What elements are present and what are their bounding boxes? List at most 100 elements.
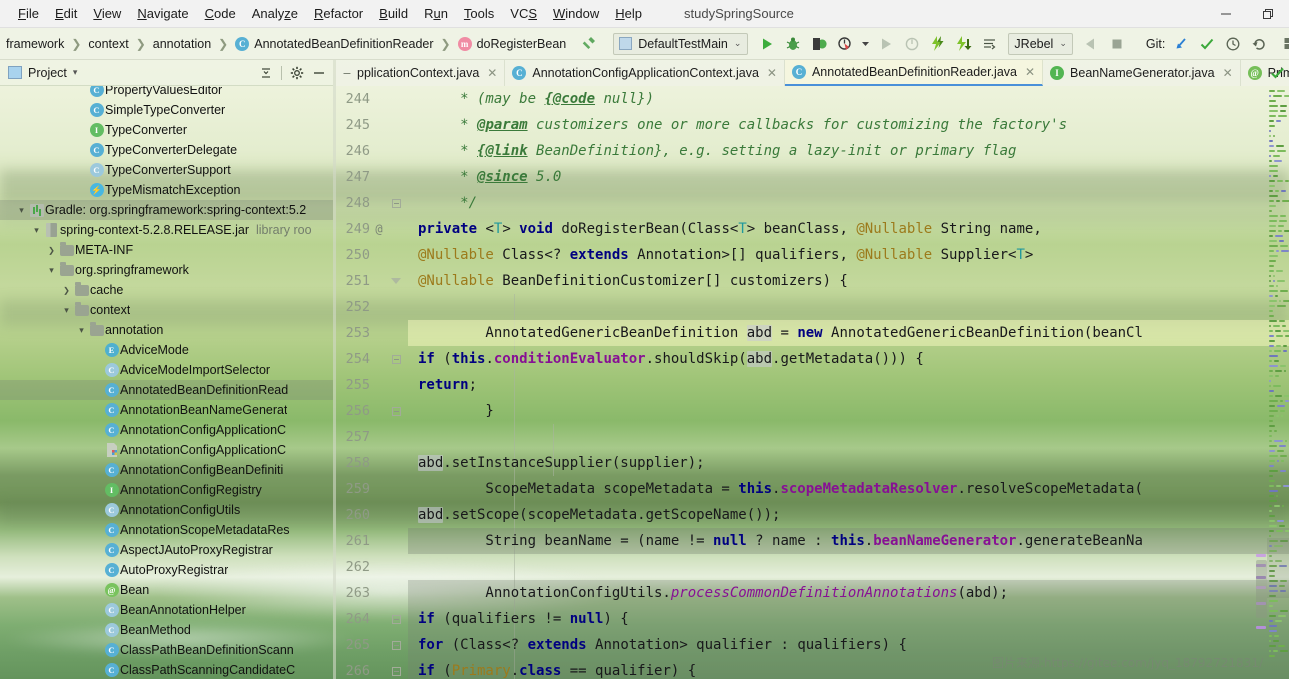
chevron-down-icon[interactable]: ▾ <box>60 305 73 316</box>
close-icon[interactable]: ✕ <box>1025 65 1035 79</box>
tree-item[interactable]: C AutoProxyRegistrar <box>0 560 333 580</box>
gutter-line[interactable]: 260 <box>336 502 408 528</box>
menu-item-build[interactable]: Build <box>371 2 416 26</box>
fold-toggle-icon[interactable] <box>390 275 402 287</box>
tree-item[interactable]: C TypeConverterDelegate <box>0 140 333 160</box>
gutter-line[interactable]: 256 <box>336 398 408 424</box>
gutter-line[interactable]: 251 <box>336 268 408 294</box>
jrebel-debug-button[interactable] <box>951 31 976 56</box>
gutter-line[interactable]: 245 <box>336 112 408 138</box>
jrebel-more-button[interactable] <box>977 31 1002 56</box>
commit-button[interactable] <box>1194 31 1219 56</box>
chevron-down-icon[interactable]: ▾ <box>15 205 28 216</box>
tree-item[interactable]: C BeanAnnotationHelper <box>0 600 333 620</box>
close-icon[interactable]: ✕ <box>487 66 497 80</box>
breadcrumb-item-doregisterbean[interactable]: m doRegisterBean <box>452 28 573 59</box>
code-line[interactable]: AnnotatedGenericBeanDefinition abd = new… <box>408 320 1289 346</box>
tree-item[interactable]: C AnnotatedBeanDefinitionRead <box>0 380 333 400</box>
code-line[interactable]: */ <box>408 190 1289 216</box>
tree-item[interactable]: ▾ annotation <box>0 320 333 340</box>
chevron-down-icon[interactable]: ▾ <box>30 225 43 236</box>
tree-item[interactable]: C AdviceModeImportSelector <box>0 360 333 380</box>
tree-item[interactable]: ❯ META-INF <box>0 240 333 260</box>
run-button[interactable] <box>754 31 779 56</box>
code-line[interactable]: AnnotationConfigUtils. processCommonDefin… <box>408 580 1289 606</box>
code-line[interactable] <box>408 294 1289 320</box>
jrebel-selector[interactable]: JRebel ⌄ <box>1008 32 1073 55</box>
tree-item[interactable]: C AnnotationConfigUtils <box>0 500 333 520</box>
menu-item-edit[interactable]: Edit <box>47 2 85 26</box>
menu-item-analyze[interactable]: Analyze <box>244 2 306 26</box>
run-configuration-selector[interactable]: DefaultTestMain ⌄ <box>613 32 749 55</box>
menu-item-navigate[interactable]: Navigate <box>129 2 196 26</box>
tree-item[interactable]: I TypeConverter <box>0 120 333 140</box>
breadcrumb-item-annotatedbeandefinitionreader[interactable]: C AnnotatedBeanDefinitionReader <box>229 28 439 59</box>
editor-gutter[interactable]: 244 245 246 247 248 249 @250 251 252 253 254 255 256… <box>336 86 408 679</box>
tree-item[interactable]: C BeanMethod <box>0 620 333 640</box>
code-line[interactable]: abd .setScope(scopeMetadata.getScopeName(… <box>408 502 1289 528</box>
minimap-viewport[interactable] <box>1267 538 1289 598</box>
gutter-line[interactable]: 250 <box>336 242 408 268</box>
editor-tab-annotatedbeandefinitionreader-java[interactable]: C AnnotatedBeanDefinitionReader.java ✕ <box>784 60 1044 86</box>
history-button[interactable] <box>1220 31 1245 56</box>
code-line[interactable] <box>408 554 1289 580</box>
tree-item[interactable]: ▾ Gradle: org.springframework:spring-cont… <box>0 200 333 220</box>
fold-toggle-icon[interactable] <box>390 353 402 365</box>
gutter-line[interactable]: 265 <box>336 632 408 658</box>
tree-item[interactable]: ▾ org.springframework <box>0 260 333 280</box>
close-icon[interactable]: ✕ <box>1223 66 1233 80</box>
gutter-line[interactable]: 264 <box>336 606 408 632</box>
collapse-all-icon[interactable] <box>256 63 276 83</box>
code-line[interactable]: * @param customizers one or more callbac… <box>408 112 1289 138</box>
code-editor[interactable]: 244 245 246 247 248 249 @250 251 252 253 254 255 256… <box>336 86 1289 679</box>
scrollbar-thumb[interactable] <box>1256 560 1267 618</box>
gutter-line[interactable]: 252 <box>336 294 408 320</box>
profile-dropdown-caret[interactable] <box>858 31 872 56</box>
tree-item[interactable]: ▾ context <box>0 300 333 320</box>
fold-toggle-icon[interactable] <box>390 197 402 209</box>
tree-item[interactable]: AnnotationConfigApplicationC <box>0 440 333 460</box>
error-stripe-mark[interactable] <box>1256 626 1266 629</box>
tree-item[interactable]: C PropertyValuesEditor <box>0 86 333 100</box>
menu-item-run[interactable]: Run <box>416 2 456 26</box>
gutter-line[interactable]: 255 <box>336 372 408 398</box>
gutter-line[interactable]: 263 <box>336 580 408 606</box>
code-line[interactable]: @Nullable BeanDefinitionCustomizer[] cus… <box>408 268 1289 294</box>
debug-button[interactable] <box>780 31 805 56</box>
menu-item-help[interactable]: Help <box>607 2 650 26</box>
chevron-down-icon[interactable]: ▾ <box>45 265 58 276</box>
code-line[interactable]: abd .setInstanceSupplier(supplier); <box>408 450 1289 476</box>
gear-icon[interactable] <box>287 63 307 83</box>
gutter-line[interactable]: 244 <box>336 86 408 112</box>
tree-item[interactable]: C ClassPathBeanDefinitionScann <box>0 640 333 660</box>
rollback-button[interactable] <box>1246 31 1271 56</box>
minimize-button[interactable] <box>1205 0 1247 27</box>
editor-tab-beannamegenerator-java[interactable]: I BeanNameGenerator.java ✕ <box>1043 60 1241 86</box>
fold-toggle-icon[interactable] <box>390 613 402 625</box>
code-line[interactable]: return; <box>408 372 1289 398</box>
code-line[interactable]: } <box>408 398 1289 424</box>
fold-toggle-icon[interactable] <box>390 639 402 651</box>
inspection-status-icon[interactable] <box>1269 62 1285 84</box>
close-icon[interactable]: ✕ <box>767 66 777 80</box>
tree-item[interactable]: C AspectJAutoProxyRegistrar <box>0 540 333 560</box>
code-line[interactable]: * {@link BeanDefinition}, e.g. setting a… <box>408 138 1289 164</box>
tree-item[interactable]: @ Bean <box>0 580 333 600</box>
restore-button[interactable] <box>1247 0 1289 27</box>
code-line[interactable]: if (qualifiers != null) { <box>408 606 1289 632</box>
menu-item-tools[interactable]: Tools <box>456 2 502 26</box>
override-marker-icon[interactable]: @ <box>370 222 388 236</box>
error-stripe-mark[interactable] <box>1256 554 1266 557</box>
breadcrumb-item-annotation[interactable]: annotation <box>147 28 217 59</box>
run-with-coverage-button[interactable] <box>806 31 831 56</box>
code-line[interactable]: if (this. conditionEvaluator .shouldSkip(a… <box>408 346 1289 372</box>
project-tree[interactable]: C PropertyValuesEditor C SimpleTypeConverte… <box>0 86 333 679</box>
tree-item[interactable]: C AnnotationConfigBeanDefiniti <box>0 460 333 480</box>
search-everywhere-button[interactable] <box>1283 31 1289 56</box>
update-project-button[interactable] <box>1168 31 1193 56</box>
menu-item-refactor[interactable]: Refactor <box>306 2 371 26</box>
menu-item-view[interactable]: View <box>85 2 129 26</box>
menu-item-window[interactable]: Window <box>545 2 607 26</box>
profile-button[interactable] <box>832 31 857 56</box>
code-minimap[interactable] <box>1267 86 1289 679</box>
